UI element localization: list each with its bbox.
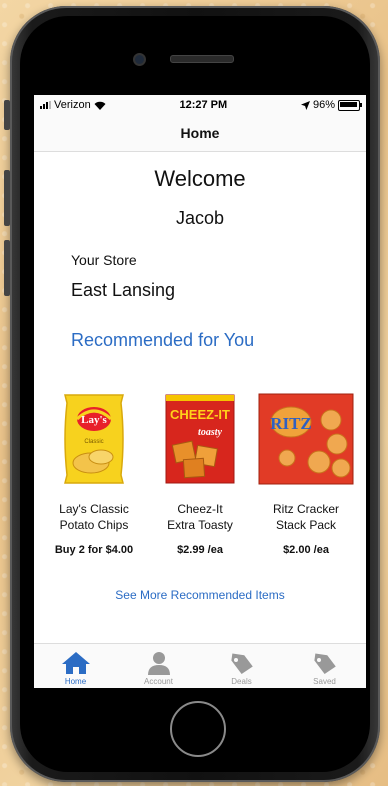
store-label: Your Store [71,252,137,268]
product-image[interactable]: CHEEZ-IT toasty [150,391,250,487]
tab-saved[interactable]: Saved [283,644,366,688]
product-name-line-2: Potato Chips [59,518,129,532]
svg-text:Classic: Classic [84,439,103,445]
product-name[interactable]: Cheez-It Extra Toasty [167,501,233,533]
product-name-line-1: Cheez-It [177,502,223,516]
product-image[interactable]: Lay's Classic [44,391,144,487]
recommended-heading: Recommended for You [71,330,255,350]
nav-bar: Home [34,115,366,152]
product-list: Lay's Classic Lay's Classic Potato Chips… [44,391,356,556]
product-price: $2.99 /ea [177,544,223,556]
tab-label: Account [144,677,173,686]
chips-bag-icon: Lay's Classic [64,394,124,484]
see-more-link[interactable]: See More Recommended Items [34,588,366,602]
signal-icon [40,101,51,109]
product-card-ritz[interactable]: RITZ Ritz Cracker Stack Pack $2.00 /ea [256,391,356,556]
tab-label: Saved [313,677,336,686]
house-icon [61,652,90,674]
product-price: Buy 2 for $4.00 [54,544,134,556]
product-name-line-1: Lay's Classic [59,502,129,516]
page-title: Home [180,125,220,141]
tab-deals[interactable]: Deals [200,644,283,688]
product-name-line-2: Extra Toasty [167,518,233,532]
earpiece-speaker [170,55,234,63]
cracker-box-icon: CHEEZ-IT toasty [165,394,235,484]
user-name: Jacob [175,208,225,228]
battery-percent: 96% [312,99,335,111]
product-name[interactable]: Ritz Cracker Stack Pack [273,501,339,533]
tab-home[interactable]: Home [34,644,117,688]
volume-up-button [4,170,10,226]
front-camera [133,53,146,66]
carrier-label: Verizon [54,99,91,111]
tab-bar: Home Account Deals Saved [34,643,366,688]
status-right: 96% [300,99,362,111]
product-name[interactable]: Lay's Classic Potato Chips [59,501,129,533]
home-hardware-button[interactable] [170,701,226,757]
product-name-line-2: Stack Pack [275,518,336,532]
product-card-cheezit[interactable]: CHEEZ-IT toasty Cheez-It Extra Toasty $2… [150,391,250,556]
svg-text:Lay's: Lay's [81,414,107,426]
product-image[interactable]: RITZ [256,391,356,487]
mute-switch [4,100,10,130]
status-bar: Verizon 12:27 PM 96% [34,95,366,115]
tag-icon [313,653,336,675]
wifi-icon [94,101,106,110]
tab-account[interactable]: Account [117,644,200,688]
status-time: 12:27 PM [179,99,228,111]
svg-text:RITZ: RITZ [270,414,312,433]
svg-text:toasty: toasty [198,427,222,438]
product-price: $2.00 /ea [283,544,329,556]
product-name-line-1: Ritz Cracker [272,502,339,516]
tab-label: Deals [231,677,252,686]
location-arrow-icon [300,100,310,110]
tab-label: Home [64,677,87,686]
store-name[interactable]: East Lansing [71,280,366,301]
volume-down-button [4,240,10,296]
person-icon [147,652,170,675]
cracker-box-icon: RITZ [258,393,354,485]
tag-icon [230,653,253,675]
app-screen: Verizon 12:27 PM 96% Home Welcome Jacob … [34,95,366,688]
welcome-heading: Welcome [154,166,246,191]
svg-text:CHEEZ-IT: CHEEZ-IT [170,407,230,422]
status-left: Verizon [40,99,106,111]
product-card-lays[interactable]: Lay's Classic Lay's Classic Potato Chips… [44,391,144,556]
battery-icon [338,99,362,111]
